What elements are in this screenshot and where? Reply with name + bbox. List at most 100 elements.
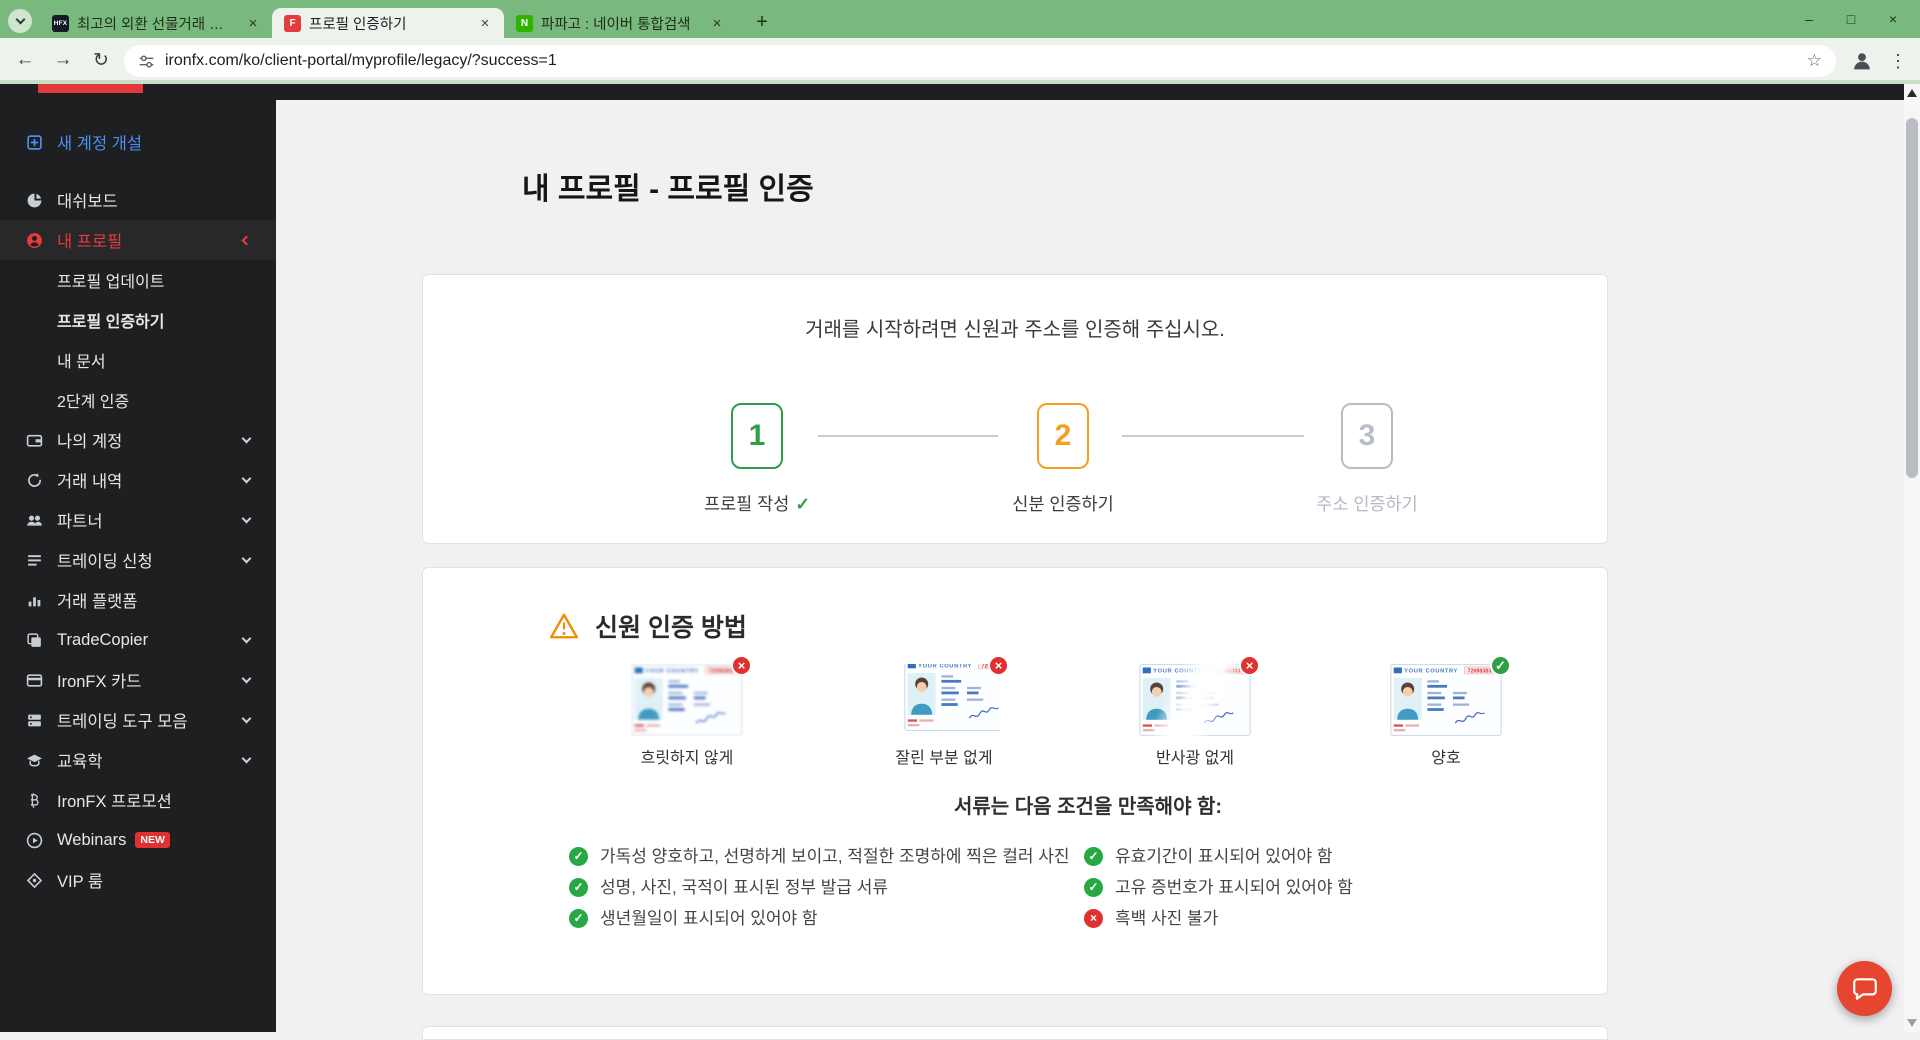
webinar-icon — [26, 832, 43, 848]
maximize-icon[interactable]: □ — [1830, 11, 1872, 27]
sample-label: 잘린 부분 없게 — [895, 750, 993, 767]
scroll-down-icon[interactable] — [1907, 1019, 1917, 1027]
tab-search-button[interactable] — [8, 9, 32, 33]
cross-badge-icon: × — [988, 655, 1009, 676]
chevron-down-icon — [241, 713, 252, 724]
next-card-sliver — [422, 1026, 1608, 1040]
chevron-left-icon — [241, 235, 252, 246]
sample-id-card: YOUR COUNTRY720883839 — [1390, 664, 1502, 736]
sidebar-item-label: Webinars — [57, 830, 127, 849]
sidebar-item[interactable]: 트레이딩 도구 모음 — [0, 700, 276, 740]
sidebar-nav: 새 계정 개설대쉬보드내 프로필프로필 업데이트프로필 인증하기내 문서 2단계 … — [0, 84, 276, 1032]
conditions-list-right: ✓ 유효기간이 표시되어 있어야 함 ✓ 고유 증번호가 표시되어 있어야 함 × 흑백 … — [1084, 842, 1534, 935]
browser-tab[interactable]: F 프로필 인증하기 × — [272, 8, 504, 38]
cross-badge-icon: × — [1239, 655, 1260, 676]
new-tab-button[interactable]: + — [748, 8, 776, 36]
close-icon[interactable]: × — [1872, 11, 1914, 27]
step-label: 신분 인증하기 — [1012, 494, 1114, 514]
window-controls: – □ × — [1788, 0, 1914, 38]
identity-method-card: 신원 인증 방법 YOUR COUNTRY 720883839 × 흐릿하지 않게 YO… — [422, 567, 1608, 995]
sidebar-item-label: VIP 룸 — [57, 873, 104, 891]
reload-icon[interactable]: ↻ — [86, 45, 116, 75]
tab-bar: HFX 최고의 외환 선물거래 브로커 | × F 프로필 인증하기 × N 파파고 : 네이… — [0, 0, 1920, 38]
sidebar-item[interactable]: 내 프로필 — [0, 220, 276, 260]
sidebar-item[interactable]: 나의 계정 — [0, 420, 276, 460]
site-info-icon[interactable] — [138, 53, 155, 70]
browser-tab[interactable]: HFX 최고의 외환 선물거래 브로커 | × — [40, 8, 272, 38]
forward-icon[interactable]: → — [48, 45, 78, 75]
bookmark-star-icon[interactable]: ☆ — [1807, 51, 1822, 71]
sidebar-item[interactable]: 새 계정 개설 — [0, 122, 276, 162]
chevron-down-icon — [241, 473, 252, 484]
sidebar-item[interactable]: 프로필 인증하기 — [0, 300, 276, 340]
tab-close-icon[interactable]: × — [708, 14, 726, 32]
webpage-viewport: 새 계정 개설대쉬보드내 프로필프로필 업데이트프로필 인증하기내 문서 2단계 … — [0, 84, 1920, 1040]
sidebar-item[interactable]: IronFX 프로모션 — [0, 780, 276, 820]
browser-tab[interactable]: N 파파고 : 네이버 통합검색 × — [504, 8, 736, 38]
sidebar-item-label: IronFX 프로모션 — [57, 793, 172, 811]
tab-strip: HFX 최고의 외환 선물거래 브로커 | × F 프로필 인증하기 × N 파파고 : 네이… — [40, 8, 736, 38]
sidebar-item-label: 내 프로필 — [57, 233, 123, 251]
chat-widget-button[interactable] — [1837, 961, 1892, 1016]
sidebar-menu: 새 계정 개설대쉬보드내 프로필프로필 업데이트프로필 인증하기내 문서 2단계 … — [0, 122, 276, 900]
verification-steps-card: 거래를 시작하려면 신원과 주소를 인증해 주십시오. 1 프로필 작성 ✓ 2 신분 … — [422, 274, 1608, 544]
sidebar-item[interactable]: 트레이딩 신청 — [0, 540, 276, 580]
tab-close-icon[interactable]: × — [476, 14, 494, 32]
list-icon — [28, 554, 41, 566]
sidebar-item[interactable]: 거래 내역 — [0, 460, 276, 500]
page-title: 내 프로필 - 프로필 인증 — [522, 173, 814, 206]
sidebar-item[interactable]: Webinars NEW — [0, 820, 276, 860]
sidebar-item-label: 트레이딩 도구 모음 — [57, 713, 188, 731]
tab-title: 프로필 인증하기 — [309, 16, 407, 33]
sidebar-item-label: 거래 내역 — [57, 473, 123, 491]
tab-favicon: N — [516, 14, 533, 32]
education-icon — [27, 754, 42, 766]
tab-title: 최고의 외환 선물거래 브로커 | — [77, 16, 236, 33]
sidebar-item[interactable]: 프로필 업데이트 — [0, 260, 276, 300]
card-icon — [26, 673, 43, 687]
back-icon[interactable]: ← — [10, 45, 40, 75]
scrollbar-thumb[interactable] — [1906, 118, 1918, 478]
page-header-sliver — [276, 84, 1904, 100]
check-icon: ✓ — [795, 494, 811, 514]
glare-overlay — [1139, 664, 1251, 736]
conditions-title: 서류는 다음 조건을 만족해야 함: — [954, 796, 1223, 818]
sidebar-item-label: 프로필 인증하기 — [57, 314, 165, 331]
new-badge: NEW — [135, 832, 170, 848]
url-text[interactable]: ironfx.com/ko/client-portal/myprofile/le… — [165, 52, 1807, 70]
condition-item: ✓ 생년월일이 표시되어 있어야 함 — [569, 904, 1077, 933]
check-badge-icon: ✓ — [1490, 655, 1511, 676]
sidebar-item-label: 거래 플랫폼 — [57, 593, 138, 611]
sidebar-item[interactable]: 2단계 인증 — [0, 380, 276, 420]
partners-icon — [27, 515, 42, 526]
sidebar-item[interactable]: 거래 플랫폼 — [0, 580, 276, 620]
condition-text: 고유 증번호가 표시되어 있어야 함 — [1115, 878, 1353, 897]
cross-badge-icon: × — [731, 655, 752, 676]
sidebar-item[interactable]: 내 문서 — [0, 340, 276, 380]
sidebar-item[interactable]: 교육학 — [0, 740, 276, 780]
step-box-1: 1 — [731, 403, 783, 469]
scroll-up-icon[interactable] — [1907, 89, 1917, 97]
sidebar-item[interactable]: TradeCopier — [0, 620, 276, 660]
wallet-icon — [26, 434, 43, 447]
tab-close-icon[interactable]: × — [244, 14, 262, 32]
profile-icon — [27, 232, 42, 248]
condition-text: 가독성 양호하고, 선명하게 보이고, 적절한 조명하에 찍은 컬러 사진 — [600, 847, 1070, 866]
minimize-icon[interactable]: – — [1788, 11, 1830, 27]
person-icon — [1854, 53, 1870, 70]
chevron-down-icon — [241, 673, 252, 684]
sidebar-item[interactable]: 파트너 — [0, 500, 276, 540]
condition-text: 성명, 사진, 국적이 표시된 정부 발급 서류 — [600, 878, 889, 897]
profile-avatar[interactable] — [1848, 47, 1876, 75]
id-sample: YOUR COUNTRY 720883839 × 흐릿하지 않게 — [631, 655, 752, 767]
sidebar-item[interactable]: IronFX 카드 — [0, 660, 276, 700]
step-box-3: 3 — [1341, 403, 1393, 469]
browser-menu-icon[interactable]: ⋮ — [1886, 47, 1910, 75]
condition-item: ✓ 가독성 양호하고, 선명하게 보이고, 적절한 조명하에 찍은 컬러 사진 — [569, 842, 1077, 871]
page-scrollbar[interactable] — [1904, 84, 1920, 1032]
ironfx-logo-sliver — [38, 84, 143, 93]
sidebar-item[interactable]: VIP 룸 — [0, 860, 276, 900]
url-bar[interactable]: ironfx.com/ko/client-portal/myprofile/le… — [124, 45, 1836, 77]
sidebar-item[interactable]: 대쉬보드 — [0, 180, 276, 220]
step-label: 주소 인증하기 — [1316, 494, 1418, 514]
